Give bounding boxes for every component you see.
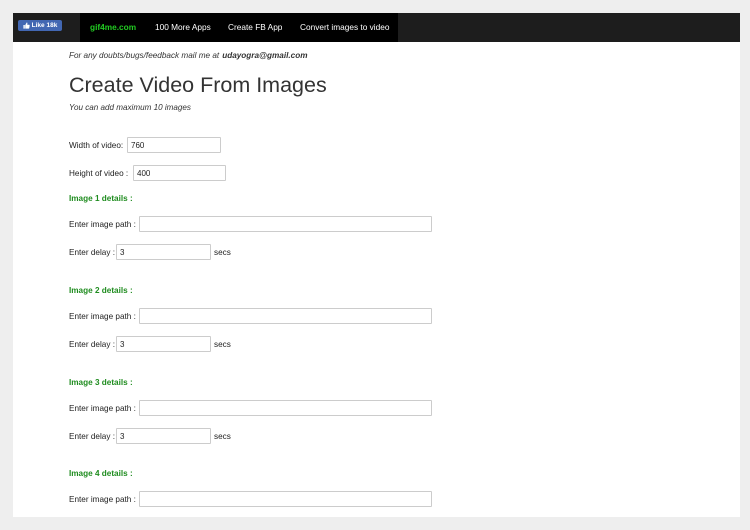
video-height-label: Height of video : <box>69 168 129 178</box>
contact-notice: For any doubts/bugs/feedback mail me at … <box>69 46 308 64</box>
image-2-delay-row: Enter delay : secs <box>69 335 231 353</box>
image-3-delay-label: Enter delay : <box>69 431 115 441</box>
image-2-section: Image 2 details : Enter image path : Ent… <box>69 281 439 353</box>
nav-item-create-fb-app[interactable]: Create FB App <box>228 13 282 42</box>
thumbs-up-icon <box>23 22 30 29</box>
image-4-path-row: Enter image path : <box>69 490 432 508</box>
image-1-delay-unit: secs <box>214 247 231 257</box>
image-3-section: Image 3 details : Enter image path : Ent… <box>69 373 439 445</box>
image-2-path-label: Enter image path : <box>69 311 136 321</box>
image-1-section: Image 1 details : Enter image path : Ent… <box>69 189 439 261</box>
page-subtitle: You can add maximum 10 images <box>69 102 191 112</box>
image-4-path-input[interactable] <box>139 491 432 507</box>
brand-link[interactable]: gif4me.com <box>90 13 136 42</box>
image-3-delay-unit: secs <box>214 431 231 441</box>
facebook-like-button[interactable]: Like 18k <box>18 20 62 31</box>
image-1-path-input[interactable] <box>139 216 432 232</box>
video-width-input[interactable] <box>127 137 221 153</box>
contact-notice-text: For any doubts/bugs/feedback mail me at <box>69 50 220 60</box>
image-1-path-label: Enter image path : <box>69 219 136 229</box>
image-1-delay-row: Enter delay : secs <box>69 243 231 261</box>
image-1-path-row: Enter image path : <box>69 215 432 233</box>
image-1-delay-label: Enter delay : <box>69 247 115 257</box>
video-height-input[interactable] <box>133 165 226 181</box>
image-2-delay-unit: secs <box>214 339 231 349</box>
page-title: Create Video From Images <box>69 73 327 97</box>
image-2-path-row: Enter image path : <box>69 307 432 325</box>
video-height-row: Height of video : <box>69 164 226 182</box>
image-2-path-input[interactable] <box>139 308 432 324</box>
video-width-label: Width of video: <box>69 140 124 150</box>
image-2-heading: Image 2 details : <box>69 285 133 295</box>
image-2-delay-label: Enter delay : <box>69 339 115 349</box>
nav-item-100-more-apps[interactable]: 100 More Apps <box>155 13 211 42</box>
image-3-path-row: Enter image path : <box>69 399 432 417</box>
top-navbar: Like 18k gif4me.com 100 More Apps Create… <box>13 13 740 42</box>
image-4-heading: Image 4 details : <box>69 468 133 478</box>
image-3-path-input[interactable] <box>139 400 432 416</box>
image-4-path-label: Enter image path : <box>69 494 136 504</box>
image-1-delay-input[interactable] <box>116 244 211 260</box>
video-width-row: Width of video: <box>69 136 221 154</box>
like-button-label: Like 18k <box>31 22 58 29</box>
image-2-delay-input[interactable] <box>116 336 211 352</box>
image-3-heading: Image 3 details : <box>69 377 133 387</box>
contact-email: udayogra@gmail.com <box>222 50 308 60</box>
image-3-delay-input[interactable] <box>116 428 211 444</box>
image-1-heading: Image 1 details : <box>69 193 133 203</box>
main-menu: gif4me.com 100 More Apps Create FB App C… <box>80 13 398 42</box>
image-4-section: Image 4 details : Enter image path : <box>69 464 439 508</box>
image-3-delay-row: Enter delay : secs <box>69 427 231 445</box>
nav-item-convert-images-to-video[interactable]: Convert images to video <box>300 13 389 42</box>
image-3-path-label: Enter image path : <box>69 403 136 413</box>
